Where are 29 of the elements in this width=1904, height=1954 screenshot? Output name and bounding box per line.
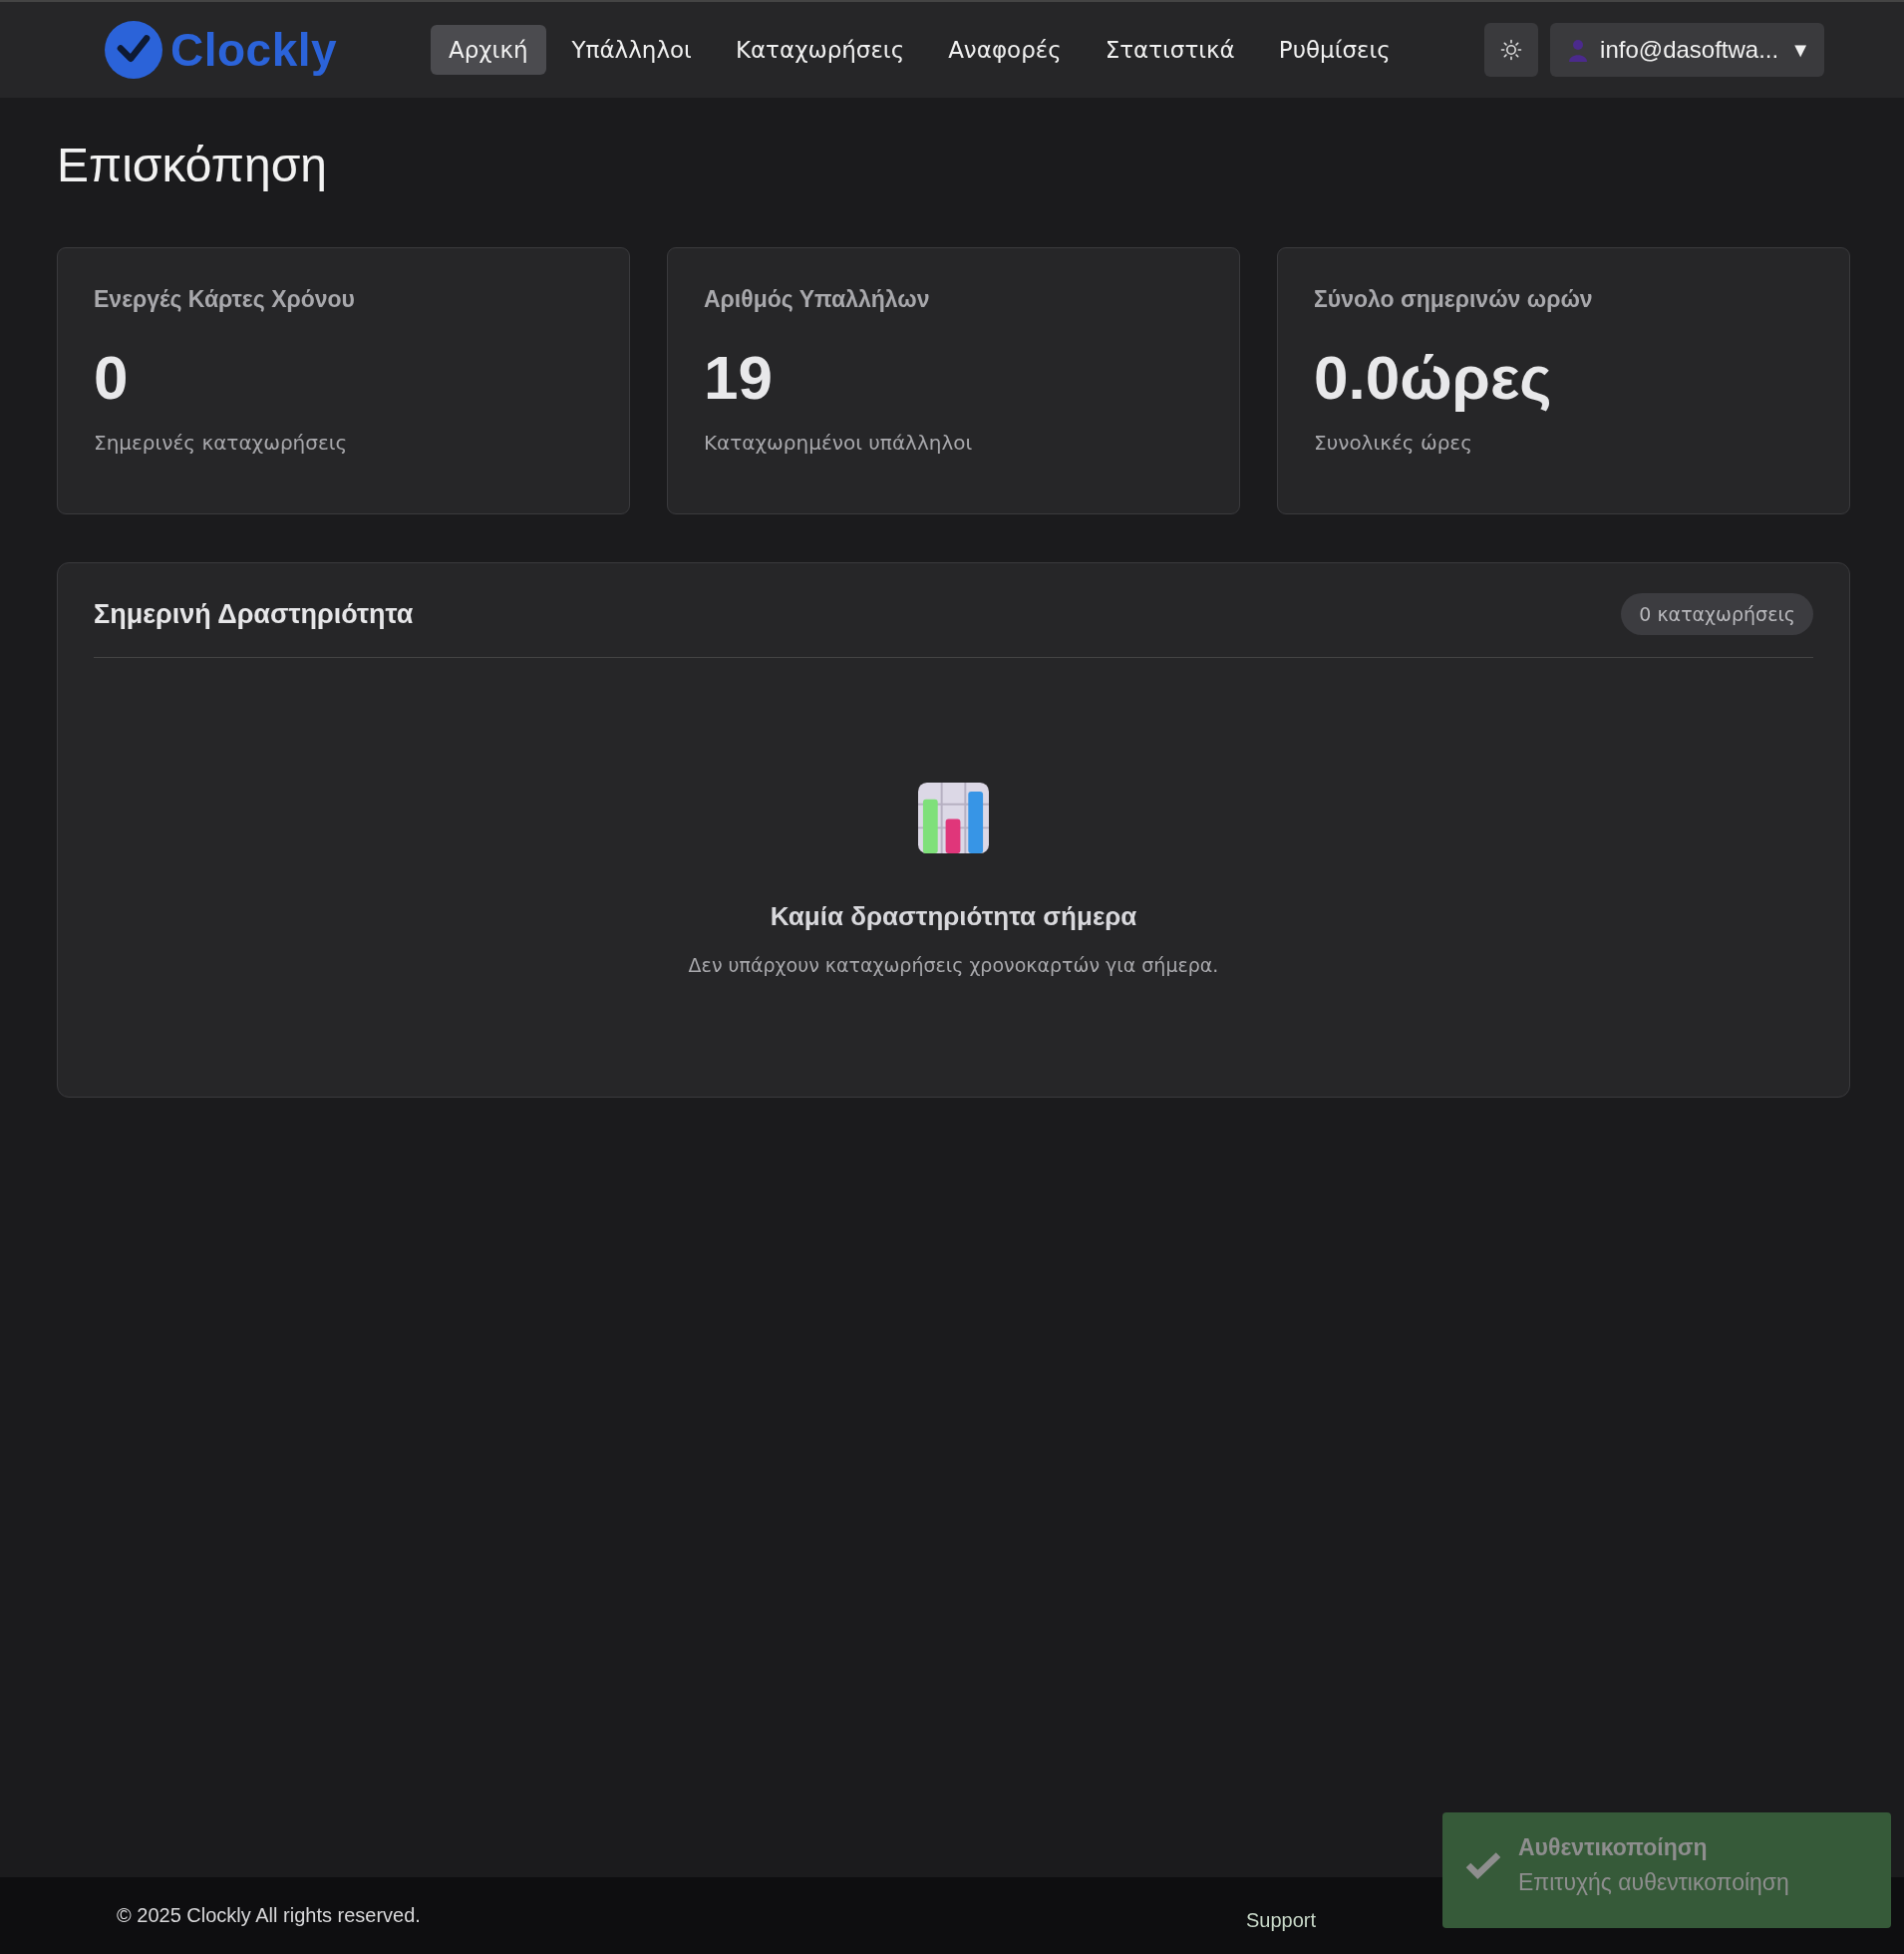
page-title: Επισκόπηση xyxy=(57,138,328,192)
panel-title: Σημερινή Δραστηριότητα xyxy=(94,598,414,630)
toast-message: Επιτυχής αυθεντικοποίηση xyxy=(1518,1869,1789,1896)
nav-tab[interactable]: Αρχική xyxy=(431,25,546,75)
stat-caption: Καταχωρημένοι υπάλληλοι xyxy=(704,431,974,455)
checkmark-icon xyxy=(1464,1850,1502,1880)
nav-tab[interactable]: Υπάλληλοι xyxy=(553,25,710,75)
stat-title: Ενεργές Κάρτες Χρόνου xyxy=(94,286,356,313)
nav-tab[interactable]: Αναφορές xyxy=(930,25,1080,75)
theme-toggle-button[interactable] xyxy=(1484,23,1539,77)
empty-state-text: Δεν υπάρχουν καταχωρήσεις χρονοκαρτών για σήμερα. xyxy=(688,954,1219,976)
sun-icon xyxy=(1499,38,1524,62)
nav-tab[interactable]: Ρυθμίσεις xyxy=(1260,25,1409,75)
copyright-text: © 2025 Clockly All rights reserved. xyxy=(117,1904,421,1927)
nav-tab[interactable]: Καταχωρήσεις xyxy=(717,25,923,75)
empty-state-title: Καμία δραστηριότητα σήμερα xyxy=(770,901,1137,932)
user-menu-button[interactable]: info@dasoftwa... ▼ xyxy=(1550,23,1824,77)
support-link[interactable]: Support xyxy=(1245,1899,1316,1932)
stat-title: Σύνολο σημερινών ωρών xyxy=(1314,286,1594,313)
stat-value: 0 xyxy=(94,347,130,409)
entries-count-badge: 0 καταχωρήσεις xyxy=(1621,593,1813,635)
bar-chart-icon xyxy=(918,783,989,853)
nav-tab[interactable]: Στατιστικά xyxy=(1087,25,1253,75)
stat-caption: Σημερινές καταχωρήσεις xyxy=(94,431,349,455)
stat-value: 19 xyxy=(704,347,774,409)
stat-caption: Συνολικές ώρες xyxy=(1314,431,1473,455)
user-icon xyxy=(1568,38,1589,62)
stat-title: Αριθμός Υπαλλήλων xyxy=(704,286,931,313)
toast-title: Αυθεντικοποίηση xyxy=(1518,1834,1709,1861)
